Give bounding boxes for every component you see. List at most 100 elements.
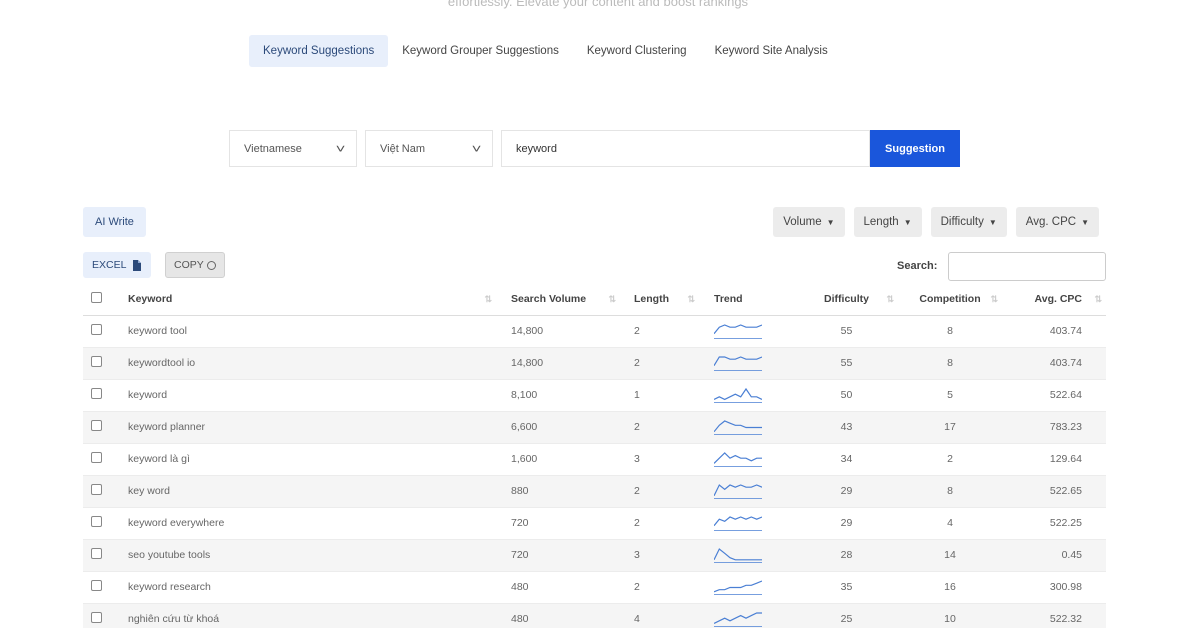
competition-cell: 10: [898, 603, 1002, 628]
sort-icon: ⇅: [990, 294, 998, 304]
ai-write-button[interactable]: AI Write: [83, 207, 146, 237]
table-search-input[interactable]: [948, 252, 1106, 281]
column-header-trend[interactable]: Trend: [699, 283, 795, 316]
difficulty-cell: 55: [795, 315, 898, 348]
competition-cell: 14: [898, 539, 1002, 572]
search-volume-cell: 1,600: [496, 443, 620, 476]
avg-cpc-cell: 403.74: [1002, 347, 1106, 380]
keyword-table: Keyword ⇅ Search Volume ⇅ Length ⇅ Trend Di…: [83, 283, 1106, 628]
avg-cpc-cell: 403.74: [1002, 315, 1106, 348]
table-row: key word 880 2 29 8 522.65: [83, 475, 1106, 508]
keyword-input[interactable]: [501, 130, 870, 167]
trend-sparkline: [714, 324, 762, 339]
tab-keyword-grouper-suggestions[interactable]: Keyword Grouper Suggestions: [388, 35, 573, 67]
table-row: nghiên cứu từ khoá 480 4 25 10 522.32: [83, 603, 1106, 628]
trend-line: [714, 356, 762, 367]
column-header-difficulty[interactable]: Difficulty ⇅: [795, 283, 898, 316]
select-all-cell: [83, 283, 121, 316]
avg-cpc-cell: 522.32: [1002, 603, 1106, 628]
column-header-difficulty-label: Difficulty: [824, 292, 869, 305]
avg-cpc-cell: 522.65: [1002, 475, 1106, 508]
keyword-cell[interactable]: keyword everywhere: [121, 507, 496, 540]
language-select-value: Vietnamese: [244, 142, 302, 155]
language-select[interactable]: Vietnamese ˅: [229, 130, 357, 167]
copy-icon: [206, 260, 216, 270]
column-header-trend-label: Trend: [714, 292, 743, 305]
length-cell: 4: [620, 603, 699, 628]
sort-icon: ⇅: [1094, 294, 1102, 304]
keyword-cell[interactable]: keyword research: [121, 571, 496, 604]
row-checkbox[interactable]: [91, 452, 102, 463]
tab-keyword-suggestions[interactable]: Keyword Suggestions: [249, 35, 389, 67]
filter-difficulty[interactable]: Difficulty ▼: [930, 207, 1007, 237]
keyword-cell[interactable]: keyword: [121, 379, 496, 412]
row-checkbox-cell: [83, 571, 121, 604]
sort-icon: ⇅: [687, 294, 695, 304]
keyword-cell[interactable]: seo youtube tools: [121, 539, 496, 572]
search-volume-cell: 14,800: [496, 315, 620, 348]
trend-sparkline: [714, 548, 762, 563]
avg-cpc-cell: 783.23: [1002, 411, 1106, 444]
column-header-avg-cpc[interactable]: Avg. CPC ⇅: [1002, 283, 1106, 316]
tagline: effortlessly. Elevate your content and b…: [447, 0, 749, 9]
trend-sparkline: [714, 356, 762, 371]
row-checkbox[interactable]: [91, 324, 102, 335]
keyword-cell[interactable]: nghiên cứu từ khoá: [121, 603, 496, 628]
row-checkbox[interactable]: [91, 580, 102, 591]
filter-bar: Volume ▼ Length ▼ Difficulty ▼ Avg. CPC ▼: [773, 207, 1099, 237]
row-checkbox[interactable]: [91, 420, 102, 431]
difficulty-cell: 35: [795, 571, 898, 604]
keyword-cell[interactable]: keyword là gì: [121, 443, 496, 476]
select-all-checkbox[interactable]: [91, 291, 102, 303]
length-cell: 2: [620, 571, 699, 604]
tab-keyword-site-analysis[interactable]: Keyword Site Analysis: [701, 35, 842, 67]
filter-length[interactable]: Length ▼: [853, 207, 922, 237]
row-checkbox-cell: [83, 603, 121, 628]
copy-button[interactable]: COPY: [165, 252, 225, 278]
keyword-cell[interactable]: keyword planner: [121, 411, 496, 444]
competition-cell: 8: [898, 315, 1002, 348]
trend-sparkline: [714, 612, 762, 627]
row-checkbox[interactable]: [91, 484, 102, 495]
search-volume-cell: 8,100: [496, 379, 620, 412]
filter-avg-cpc[interactable]: Avg. CPC ▼: [1015, 207, 1099, 237]
excel-export-button[interactable]: EXCEL: [83, 252, 152, 278]
table-search-label: Search:: [897, 260, 938, 272]
row-checkbox[interactable]: [91, 388, 102, 399]
column-header-search-volume[interactable]: Search Volume ⇅: [496, 283, 620, 316]
filter-volume[interactable]: Volume ▼: [773, 207, 845, 237]
avg-cpc-cell: 300.98: [1002, 571, 1106, 604]
table-row: keyword tool 14,800 2 55 8 403.74: [83, 315, 1106, 348]
trend-cell: [699, 443, 795, 476]
row-checkbox-cell: [83, 347, 121, 380]
country-select[interactable]: Việt Nam ˅: [365, 130, 493, 167]
row-checkbox-cell: [83, 507, 121, 540]
column-header-competition[interactable]: Competition ⇅: [898, 283, 1002, 316]
column-header-length[interactable]: Length ⇅: [620, 283, 699, 316]
trend-sparkline: [714, 580, 762, 595]
trend-cell: [699, 379, 795, 412]
tab-keyword-clustering[interactable]: Keyword Clustering: [573, 35, 701, 67]
keyword-cell[interactable]: keywordtool io: [121, 347, 496, 380]
avg-cpc-cell: 522.64: [1002, 379, 1106, 412]
sort-icon: ⇅: [608, 294, 616, 304]
column-header-competition-label: Competition: [919, 292, 981, 305]
row-checkbox[interactable]: [91, 612, 102, 623]
competition-cell: 4: [898, 507, 1002, 540]
competition-cell: 16: [898, 571, 1002, 604]
keyword-cell[interactable]: keyword tool: [121, 315, 496, 348]
column-header-keyword[interactable]: Keyword ⇅: [121, 283, 496, 316]
competition-cell: 2: [898, 443, 1002, 476]
trend-line: [714, 612, 762, 624]
row-checkbox[interactable]: [91, 516, 102, 527]
trend-sparkline: [714, 516, 762, 531]
row-checkbox[interactable]: [91, 356, 102, 367]
row-checkbox[interactable]: [91, 548, 102, 559]
row-checkbox-cell: [83, 539, 121, 572]
keyword-cell[interactable]: key word: [121, 475, 496, 508]
table-row: seo youtube tools 720 3 28 14 0.45: [83, 539, 1106, 572]
excel-label: EXCEL: [92, 259, 127, 271]
filter-difficulty-label: Difficulty: [940, 216, 984, 228]
suggestion-button[interactable]: Suggestion: [870, 130, 960, 167]
search-volume-cell: 720: [496, 507, 620, 540]
